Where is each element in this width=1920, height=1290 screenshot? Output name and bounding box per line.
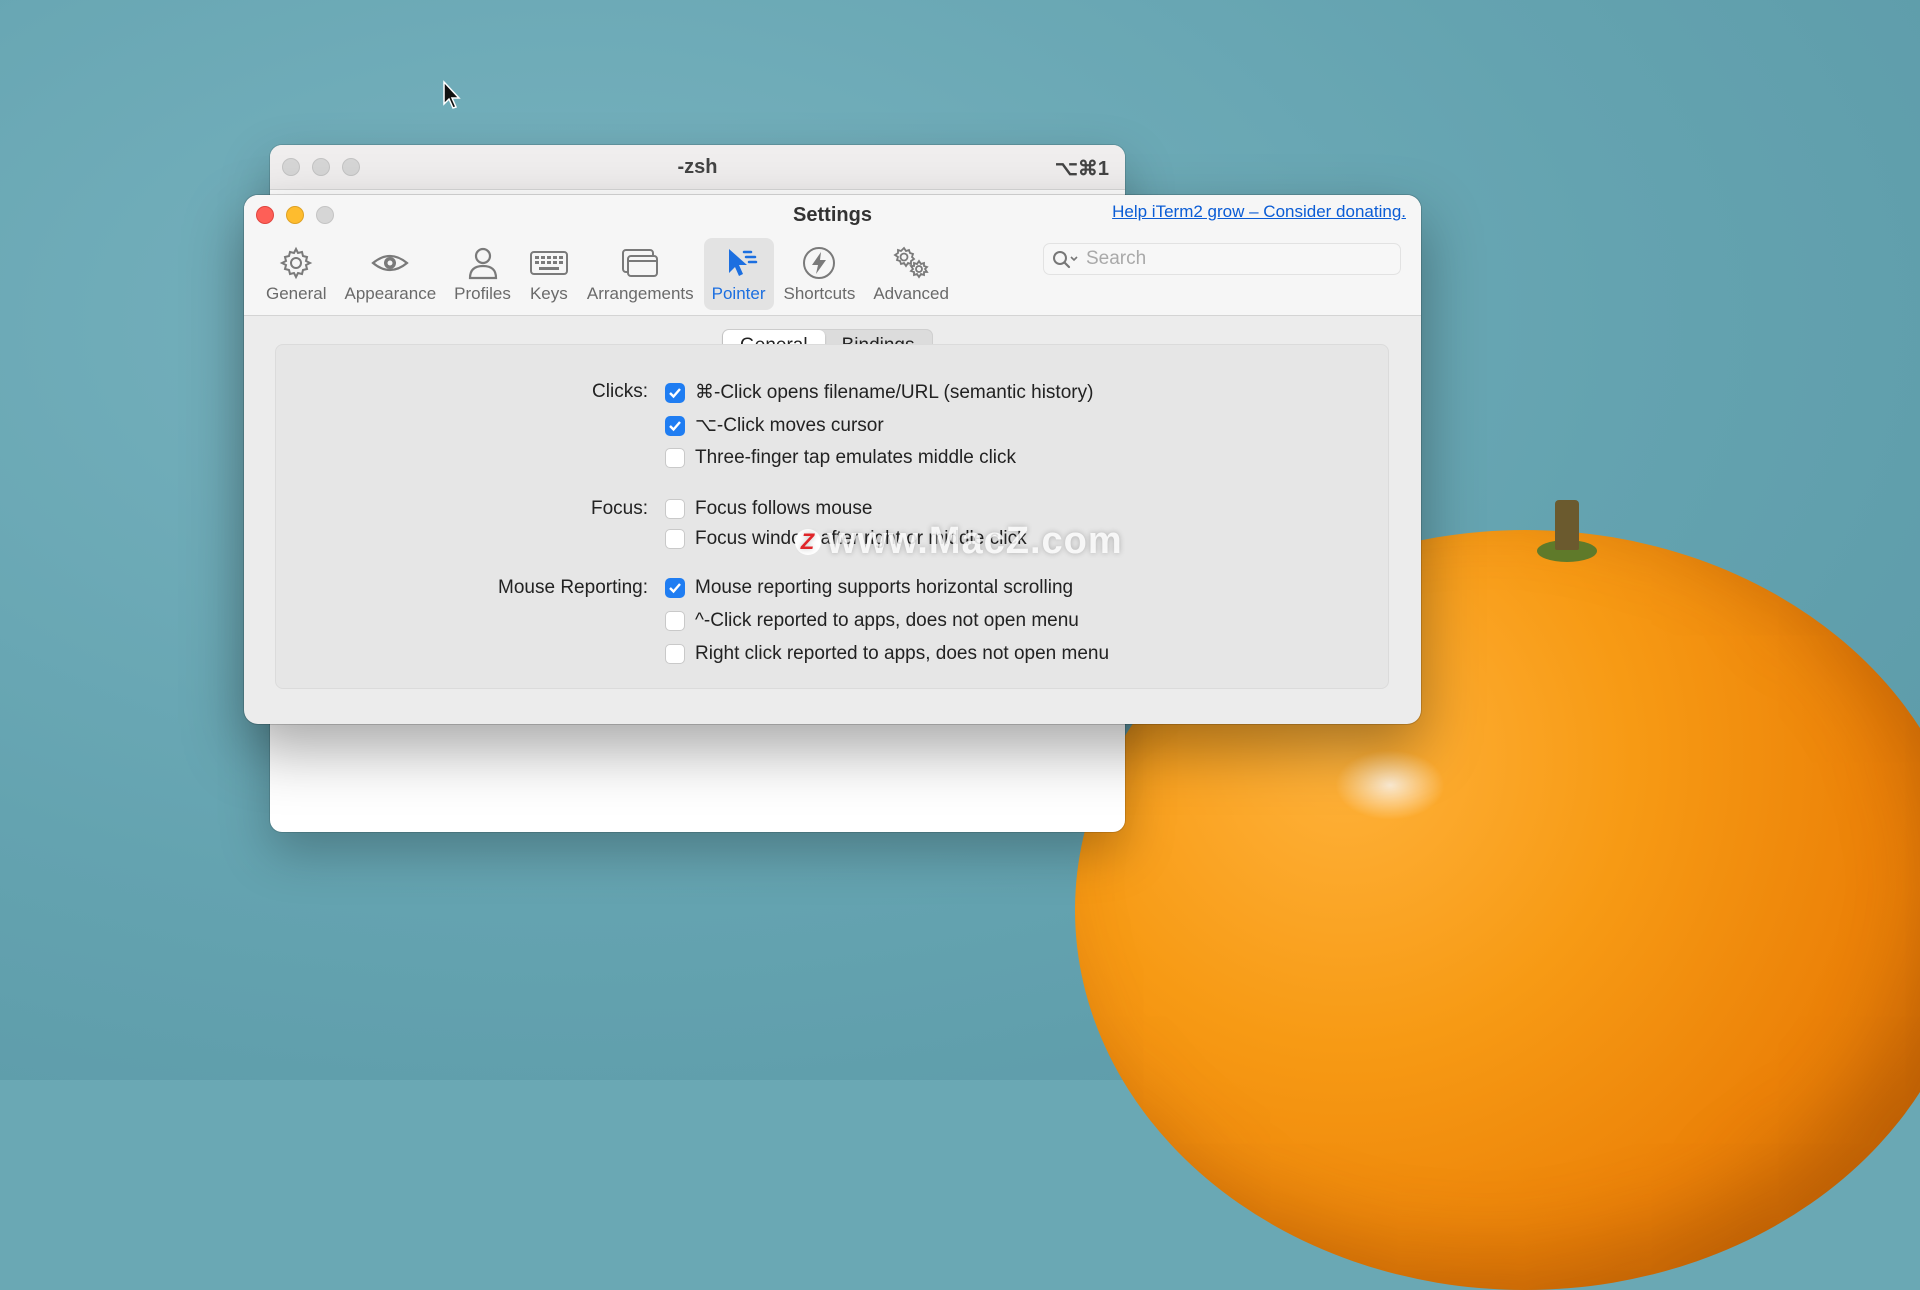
horizontal-scrolling-row[interactable]: Mouse reporting supports horizontal scro… — [665, 577, 1073, 599]
checkbox-label: Three-finger tap emulates middle click — [695, 447, 1017, 468]
checkmark-icon — [669, 583, 681, 594]
settings-window[interactable]: Settings Help iTerm2 grow – Consider don… — [244, 195, 1421, 724]
tab-label: Arrangements — [586, 284, 694, 303]
checkbox-unchecked[interactable] — [665, 499, 685, 519]
terminal-shortcut: ⌥⌘1 — [1054, 158, 1109, 180]
checkbox-unchecked[interactable] — [665, 448, 685, 468]
focus-follows-mouse-row[interactable]: Focus follows mouse — [665, 498, 872, 520]
three-finger-tap-row[interactable]: Three-finger tap emulates middle click — [665, 447, 1016, 469]
clicks-label: Clicks: — [592, 381, 648, 402]
tab-keys[interactable]: Keys — [521, 238, 577, 310]
checkbox-unchecked[interactable] — [665, 529, 685, 549]
checkbox-checked[interactable] — [665, 415, 685, 436]
checkbox-label: ⌘-Click opens filename/URL (semantic his… — [695, 382, 1094, 403]
keyboard-icon — [529, 251, 568, 275]
tab-shortcuts[interactable]: Shortcuts — [776, 238, 864, 310]
checkbox-unchecked[interactable] — [665, 611, 685, 631]
tab-label: Pointer — [711, 284, 766, 303]
watermark-text: www.MacZ.com — [827, 520, 1123, 562]
settings-toolbar: General Appearance Profiles Keys Arrange… — [258, 238, 959, 310]
terminal-titlebar[interactable]: -zsh ⌥⌘1 — [270, 145, 1125, 190]
ctrl-click-reported-row[interactable]: ^-Click reported to apps, does not open … — [665, 610, 1079, 632]
tab-appearance[interactable]: Appearance — [336, 238, 444, 310]
option-click-moves-cursor-row[interactable]: ⌥-Click moves cursor — [665, 414, 884, 437]
settings-header: Settings Help iTerm2 grow – Consider don… — [244, 195, 1421, 316]
tab-label: Appearance — [344, 284, 437, 303]
mouse-reporting-label: Mouse Reporting: — [498, 577, 648, 598]
tab-label: Keys — [529, 284, 568, 303]
focus-label: Focus: — [590, 498, 648, 519]
eye-icon — [371, 254, 410, 272]
search-input[interactable] — [1084, 247, 1388, 271]
checkbox-label: Right click reported to apps, does not o… — [695, 643, 1110, 664]
checkbox-checked[interactable] — [665, 578, 685, 598]
mouse-cursor-icon — [443, 80, 461, 109]
checkbox-unchecked[interactable] — [665, 644, 685, 664]
right-click-reported-row[interactable]: Right click reported to apps, does not o… — [665, 643, 1109, 665]
tab-arrangements[interactable]: Arrangements — [579, 238, 702, 310]
checkmark-icon — [669, 420, 681, 431]
tab-label: Shortcuts — [783, 284, 856, 303]
checkmark-icon — [669, 387, 681, 398]
tab-advanced[interactable]: Advanced — [865, 238, 957, 310]
tab-general[interactable]: General — [258, 238, 334, 310]
watermark-logo-icon: Z — [795, 528, 821, 555]
checkbox-label: ⌥-Click moves cursor — [695, 415, 884, 436]
terminal-title: -zsh — [677, 156, 718, 178]
tab-profiles[interactable]: Profiles — [446, 238, 519, 310]
tab-label: Advanced — [873, 284, 949, 303]
tab-label: General — [266, 284, 327, 303]
person-icon — [468, 247, 497, 280]
pointer-icon — [728, 249, 757, 276]
pointer-general-panel: Clicks: Focus: Mouse Reporting: ⌘-Click … — [275, 344, 1389, 689]
gear-icon — [279, 246, 313, 280]
semantic-history-checkbox-row[interactable]: ⌘-Click opens filename/URL (semantic his… — [665, 381, 1093, 404]
gears-icon — [893, 246, 929, 279]
watermark: Z www.MacZ.com — [795, 520, 1123, 563]
search-icon — [1053, 251, 1078, 269]
orange-highlight — [1335, 750, 1445, 820]
donate-link[interactable]: Help iTerm2 grow – Consider donating. — [1112, 202, 1406, 222]
checkbox-label: ^-Click reported to apps, does not open … — [695, 610, 1079, 631]
tab-label: Profiles — [454, 284, 511, 303]
checkbox-label: Mouse reporting supports horizontal scro… — [695, 577, 1074, 598]
bolt-icon — [803, 247, 836, 279]
windows-icon — [622, 249, 659, 277]
checkbox-label: Focus follows mouse — [695, 498, 873, 519]
checkbox-checked[interactable] — [665, 382, 685, 403]
orange-stem — [1555, 500, 1579, 550]
tab-pointer[interactable]: Pointer — [703, 238, 774, 310]
search-field[interactable] — [1043, 243, 1401, 275]
